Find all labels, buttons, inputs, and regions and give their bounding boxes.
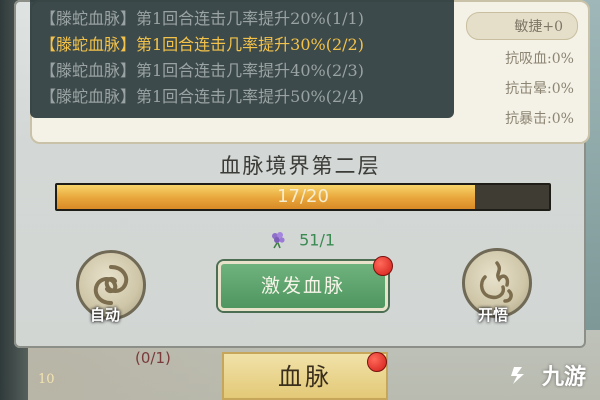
activate-bloodline-button[interactable]: 激发血脉 [218, 261, 388, 311]
tooltip-line: 【滕蛇血脉】第1回合连击几率提升20%(1/1) [40, 9, 364, 28]
stat-agility: 敏捷+0 [514, 19, 563, 35]
cost-amount: 51/1 [299, 230, 336, 250]
progress-label: 17/20 [277, 186, 329, 207]
stat-anti-lifesteal: 抗吸血:0% [505, 51, 574, 67]
stat-anti-crit: 抗暴击:0% [505, 111, 574, 127]
bottom-level: 10 [38, 372, 55, 387]
notification-dot [367, 352, 387, 372]
auto-label: 自动 [90, 306, 121, 324]
enlighten-label: 开悟 [478, 306, 509, 324]
bloodline-tooltip: 【滕蛇血脉】第1回合连击几率提升20%(1/1) 【滕蛇血脉】第1回合连击几率提… [30, 0, 454, 118]
tooltip-line: 【滕蛇血脉】第1回合连击几率提升40%(2/3) [40, 61, 364, 80]
stat-anti-stun: 抗击晕:0% [505, 81, 574, 97]
tooltip-line-active: 【滕蛇血脉】第1回合连击几率提升30%(2/2) [40, 35, 364, 54]
tab-bloodline[interactable]: 血脉 [222, 352, 388, 400]
realm-progress-bar: 17/20 [55, 183, 551, 211]
cost-display: 51/1 [268, 229, 335, 253]
jiuyou-logo-icon [508, 364, 530, 392]
realm-title: 血脉境界第二层 [219, 154, 381, 178]
tooltip-line: 【滕蛇血脉】第1回合连击几率提升50%(2/4) [40, 87, 364, 106]
watermark: 九游 [508, 359, 586, 392]
notification-dot [373, 256, 393, 276]
grape-flower-icon [268, 229, 288, 253]
watermark-text: 九游 [541, 365, 586, 390]
bottom-counter: (0/1) [135, 349, 171, 367]
